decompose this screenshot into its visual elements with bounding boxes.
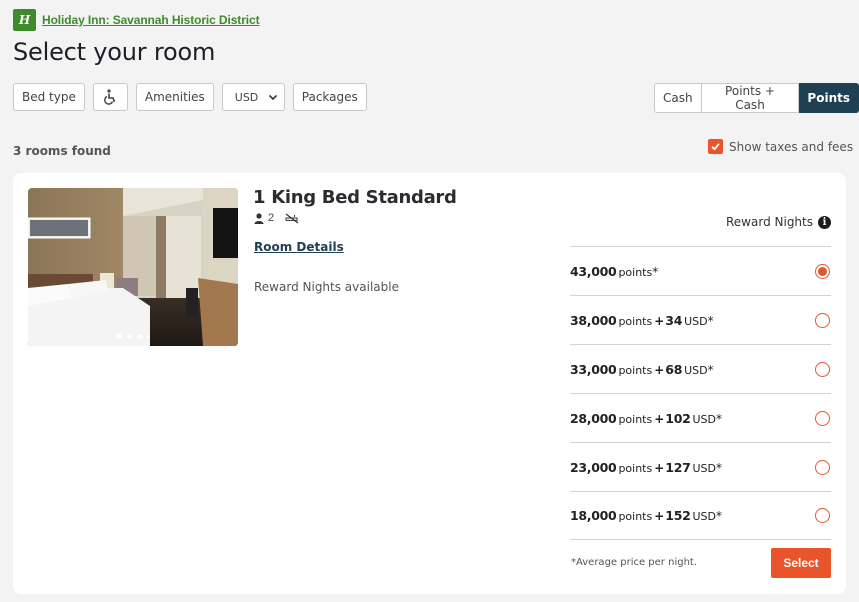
plus-sign: + [654, 411, 665, 426]
plus-sign: + [654, 460, 665, 475]
cash-amount: 68 [665, 361, 683, 377]
carousel-dot[interactable] [116, 333, 122, 339]
cash-amount: 152 [665, 508, 691, 523]
currency-label: USD [692, 412, 717, 426]
rate-radio[interactable] [815, 508, 830, 523]
rate-price: 33,000 points +68 USD* [570, 362, 714, 377]
amenities-filter[interactable]: Amenities [135, 83, 214, 111]
rate-option[interactable]: 28,000 points +102 USD* [570, 393, 831, 442]
points-label: points [618, 363, 653, 377]
tab-points[interactable]: Points [799, 83, 859, 113]
reward-nights-label: Reward Nights [726, 215, 813, 229]
points-label: points [618, 510, 653, 523]
points-amount: 38,000 [570, 312, 617, 328]
bed-type-filter[interactable]: Bed type [13, 83, 85, 111]
cash-amount: 127 [665, 459, 691, 475]
points-amount: 33,000 [570, 361, 617, 377]
rate-radio[interactable] [815, 312, 830, 328]
room-details-link[interactable]: Room Details [254, 240, 344, 254]
asterisk: * [652, 264, 659, 279]
packages-filter[interactable]: Packages [292, 83, 367, 111]
filter-bar: Bed type Amenities USD Packages [13, 83, 367, 111]
rate-option[interactable]: 33,000 points +68 USD* [570, 344, 831, 393]
room-title: 1 King Bed Standard [253, 187, 457, 208]
points-label: points [618, 265, 653, 279]
payment-type-toggle: Cash Points + Cash Points [654, 83, 859, 113]
points-label: points [618, 461, 653, 475]
person-icon [254, 212, 264, 224]
carousel-dot[interactable] [127, 333, 132, 339]
plus-sign: + [654, 509, 665, 523]
points-amount: 23,000 [570, 459, 617, 475]
rate-options: 43,000 points* 38,000 points +34 USD* 33,000 po… [570, 246, 831, 540]
currency-label: USD [692, 510, 717, 523]
hotel-header: H Holiday Inn: Savannah Historic Distric… [13, 9, 260, 31]
currency-label: USD [684, 363, 708, 377]
rate-radio[interactable] [815, 263, 830, 279]
rate-price: 18,000 points +152 USD* [570, 508, 722, 523]
rate-option[interactable]: 18,000 points +152 USD* [570, 491, 831, 540]
show-taxes-checkbox[interactable] [708, 139, 723, 154]
rooms-found-count: 3 rooms found [13, 144, 111, 158]
currency-select[interactable]: USD [221, 83, 285, 111]
currency-label: USD [684, 314, 708, 328]
rate-price: 23,000 points +127 USD* [570, 460, 722, 475]
points-label: points [618, 412, 653, 426]
room-card: 1 King Bed Standard 2 Room Details Rewar… [13, 173, 846, 594]
rate-price: 38,000 points +34 USD* [570, 313, 714, 328]
chevron-down-icon [268, 94, 277, 101]
select-button[interactable]: Select [771, 548, 831, 578]
room-photo [28, 188, 238, 346]
holiday-inn-logo-icon: H [13, 9, 36, 31]
asterisk: * [707, 313, 714, 328]
rate-option[interactable]: 43,000 points* [570, 246, 831, 295]
tab-points-plus-cash[interactable]: Points + Cash [701, 83, 800, 113]
page-title: Select your room [13, 38, 216, 66]
rate-option[interactable]: 38,000 points +34 USD* [570, 295, 831, 344]
room-photo-carousel[interactable] [28, 188, 238, 346]
plus-sign: + [654, 362, 665, 377]
plus-sign: + [654, 313, 665, 328]
price-footnote: *Average price per night. [571, 557, 698, 568]
asterisk: * [716, 509, 723, 523]
show-taxes-toggle[interactable]: Show taxes and fees [708, 139, 853, 154]
carousel-dot[interactable] [137, 333, 142, 339]
cash-amount: 34 [665, 312, 683, 328]
asterisk: * [716, 411, 723, 426]
asterisk: * [707, 362, 714, 377]
carousel-dot[interactable] [147, 334, 150, 338]
show-taxes-label: Show taxes and fees [729, 139, 854, 154]
guest-count: 2 [268, 212, 275, 224]
rate-radio[interactable] [815, 410, 830, 426]
rate-radio[interactable] [815, 459, 830, 475]
rate-option[interactable]: 23,000 points +127 USD* [570, 442, 831, 491]
no-smoking-icon [285, 213, 299, 223]
points-amount: 43,000 [570, 263, 617, 279]
hotel-name-link[interactable]: Holiday Inn: Savannah Historic District [42, 13, 260, 27]
points-label: points [618, 314, 653, 328]
rate-price: 28,000 points +102 USD* [570, 411, 722, 426]
tab-cash[interactable]: Cash [654, 83, 702, 113]
reward-nights-header: Reward Nights i [726, 215, 831, 229]
wheelchair-icon [104, 89, 116, 105]
asterisk: * [716, 460, 723, 475]
accessibility-filter[interactable] [92, 83, 128, 111]
currency-label: USD [692, 461, 717, 475]
points-amount: 18,000 [570, 508, 617, 523]
cash-amount: 102 [665, 410, 691, 426]
currency-value: USD [234, 90, 259, 104]
carousel-dots [28, 333, 238, 339]
points-amount: 28,000 [570, 410, 617, 426]
rate-price: 43,000 points* [570, 264, 658, 279]
page: H Holiday Inn: Savannah Historic Distric… [0, 0, 859, 602]
reward-availability: Reward Nights available [254, 280, 399, 294]
info-icon[interactable]: i [818, 215, 831, 229]
checkmark-icon [711, 143, 720, 151]
room-meta: 2 [254, 212, 299, 224]
rate-radio[interactable] [815, 361, 830, 377]
